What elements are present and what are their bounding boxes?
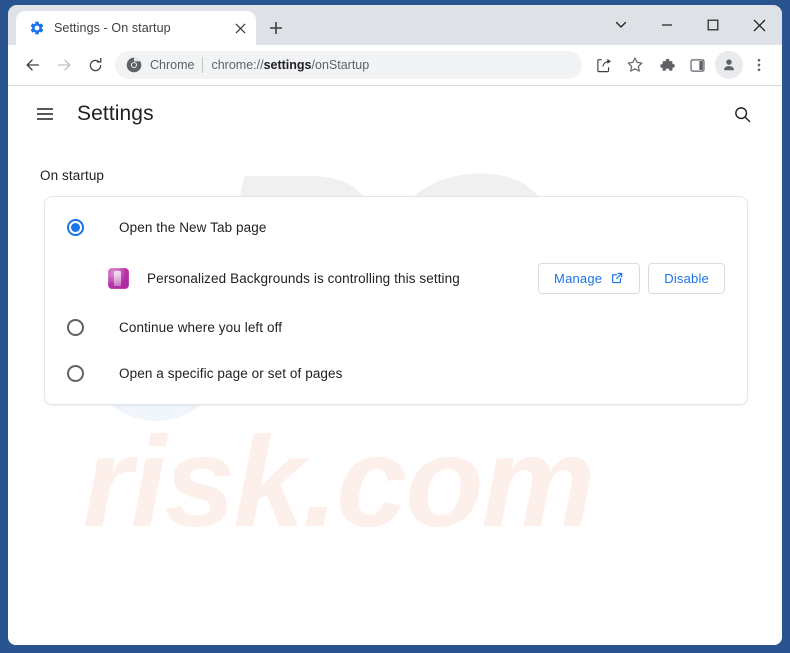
- radio-label-new-tab-page: Open the New Tab page: [119, 220, 266, 235]
- profile-avatar[interactable]: [715, 51, 743, 79]
- search-icon[interactable]: [724, 96, 760, 132]
- radio-option-specific-pages[interactable]: Open a specific page or set of pages: [45, 350, 747, 396]
- browser-window: Settings - On startup: [8, 5, 782, 645]
- extension-icon: [108, 268, 129, 289]
- disable-button[interactable]: Disable: [648, 263, 725, 294]
- manage-button-label: Manage: [554, 271, 602, 286]
- maximize-button[interactable]: [690, 5, 736, 45]
- minimize-button[interactable]: [644, 5, 690, 45]
- tab-search-button[interactable]: [598, 5, 644, 45]
- radio-option-continue-where-left-off[interactable]: Continue where you left off: [45, 304, 747, 350]
- close-window-button[interactable]: [736, 5, 782, 45]
- radio-inner-dot: [71, 223, 80, 232]
- hamburger-menu-icon[interactable]: [27, 96, 63, 132]
- reload-button[interactable]: [80, 50, 110, 80]
- new-tab-button[interactable]: [262, 14, 290, 42]
- bookmark-star-icon[interactable]: [620, 50, 650, 80]
- browser-tab-settings[interactable]: Settings - On startup: [16, 11, 256, 45]
- share-icon[interactable]: [589, 50, 619, 80]
- browser-toolbar: Chrome chrome://settings/onStartup: [8, 45, 782, 86]
- radio-button-selected[interactable]: [67, 219, 84, 236]
- window-controls: [598, 5, 782, 45]
- radio-label-continue-where-left-off: Continue where you left off: [119, 320, 282, 335]
- omnibox-url-text: chrome://settings/onStartup: [211, 58, 369, 72]
- settings-header: Settings: [8, 86, 782, 142]
- tab-title: Settings - On startup: [54, 21, 221, 35]
- radio-button-unselected[interactable]: [67, 365, 84, 382]
- radio-label-specific-pages: Open a specific page or set of pages: [119, 366, 343, 381]
- page-title: Settings: [77, 102, 154, 126]
- address-bar[interactable]: Chrome chrome://settings/onStartup: [115, 51, 582, 79]
- manage-button[interactable]: Manage: [538, 263, 640, 294]
- settings-content: On startup Open the New Tab page Persona…: [8, 168, 782, 405]
- controlled-setting-actions: Manage: [538, 263, 725, 294]
- on-startup-card: Open the New Tab page Personalized Backg…: [44, 196, 748, 405]
- settings-page: PC risk.com Settings: [8, 86, 782, 645]
- browser-menu-icon[interactable]: [744, 50, 774, 80]
- back-button[interactable]: [18, 50, 48, 80]
- omnibox-separator: [202, 57, 203, 73]
- chrome-logo-icon: [126, 57, 142, 73]
- extensions-puzzle-icon[interactable]: [651, 50, 681, 80]
- disable-button-label: Disable: [664, 271, 709, 286]
- radio-option-new-tab-page[interactable]: Open the New Tab page: [45, 204, 747, 250]
- omnibox-chrome-label: Chrome: [150, 58, 194, 72]
- section-title: On startup: [40, 168, 760, 183]
- controlled-setting-text: Personalized Backgrounds is controlling …: [147, 271, 460, 286]
- side-panel-icon[interactable]: [682, 50, 712, 80]
- forward-button[interactable]: [49, 50, 79, 80]
- controlled-setting-notice: Personalized Backgrounds is controlling …: [45, 252, 747, 304]
- gear-icon: [29, 20, 45, 36]
- radio-button-unselected[interactable]: [67, 319, 84, 336]
- svg-text:risk.com: risk.com: [83, 411, 594, 554]
- external-link-icon: [610, 271, 624, 285]
- close-icon[interactable]: [230, 18, 250, 38]
- tab-strip: Settings - On startup: [8, 5, 782, 45]
- window-frame: Settings - On startup: [0, 0, 790, 653]
